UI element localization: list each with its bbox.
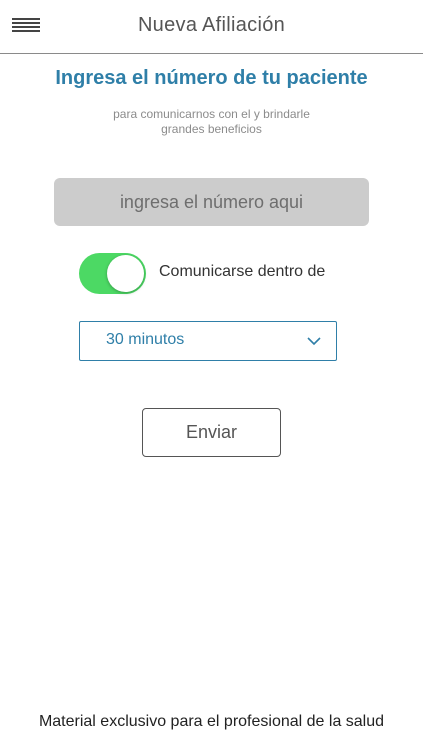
footer-disclaimer: Material exclusivo para el profesional d…: [38, 713, 385, 730]
time-select[interactable]: 30 minutos: [79, 321, 337, 361]
page-title: Nueva Afiliación: [137, 14, 286, 36]
send-button[interactable]: Enviar: [142, 408, 281, 457]
toggle-label: Comunicarse dentro de: [159, 263, 326, 280]
toggle-knob: [107, 255, 144, 292]
time-select-value: 30 minutos: [106, 331, 185, 348]
headline: Ingresa el número de tu paciente: [55, 67, 368, 89]
subtext-line-1: para comunicarnos con el y brindarle: [113, 107, 310, 121]
subtext-line-2: grandes beneficios: [161, 122, 262, 136]
header-bar: Nueva Afiliación: [0, 0, 423, 54]
patient-number-input[interactable]: [54, 178, 369, 226]
chevron-down-icon: [307, 337, 321, 346]
contact-toggle[interactable]: [79, 253, 146, 294]
app-screen: Nueva Afiliación Ingresa el número de tu…: [0, 0, 423, 750]
subtext: para comunicarnos con el y brindarle gra…: [80, 107, 343, 137]
